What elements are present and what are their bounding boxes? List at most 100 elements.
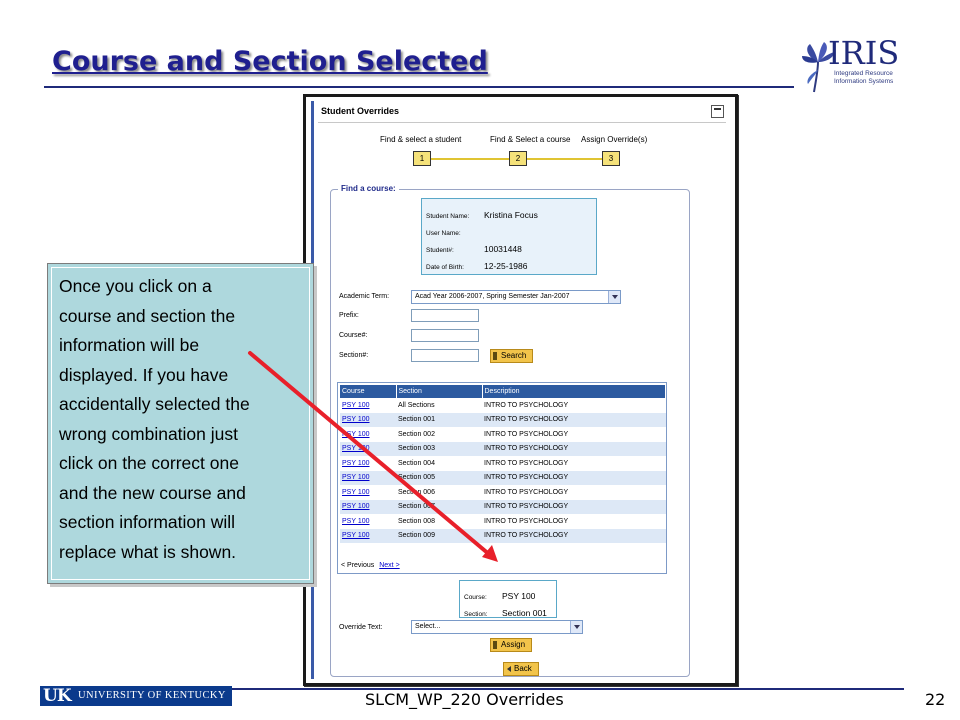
table-row[interactable]: PSY 100 Section 004 INTRO TO PSYCHOLOGY (340, 456, 666, 471)
panel-divider (318, 122, 726, 123)
section-number-input[interactable] (411, 349, 479, 362)
step-button-3[interactable]: 3 (602, 151, 620, 166)
section-cell: Section 003 (396, 441, 482, 456)
override-text-label: Override Text: (339, 624, 383, 631)
student-overrides-screenshot: Student Overrides Find & select a studen… (303, 94, 738, 686)
description-cell: INTRO TO PSYCHOLOGY (482, 470, 666, 485)
callout-text: Once you click on a course and section th… (59, 272, 299, 567)
uk-name: UNIVERSITY OF KENTUCKY (78, 690, 226, 701)
course-link[interactable]: PSY 100 (340, 427, 396, 442)
find-course-group: Find a course: Student Name: Kristina Foc… (330, 184, 690, 677)
section-cell: Section 007 (396, 499, 482, 514)
column-header-section[interactable]: Section (396, 385, 483, 398)
description-cell: INTRO TO PSYCHOLOGY (484, 517, 569, 525)
table-row[interactable]: PSY 100 Section 006 INTRO TO PSYCHOLOGY (340, 485, 666, 500)
step-connector (431, 158, 510, 160)
section-number-label: Section#: (339, 352, 369, 359)
course-link[interactable]: PSY 100 (340, 470, 396, 485)
table-row[interactable]: PSY 100 Section 007 INTRO TO PSYCHOLOGY (340, 499, 666, 514)
course-number-input[interactable] (411, 329, 479, 342)
column-header-description[interactable]: Description (482, 385, 666, 398)
table-row[interactable]: PSY 100 Section 005 INTRO TO PSYCHOLOGY (340, 470, 666, 485)
table-pager: < Previous Next > (341, 562, 400, 569)
section-cell: Section 009 (396, 528, 482, 543)
assign-button[interactable]: Assign (490, 638, 533, 652)
selected-course-value: PSY 100 (502, 591, 536, 601)
student-info-box: Student Name: Kristina Focus User Name: S… (421, 198, 597, 275)
iris-logo: IRIS Integrated Resource Information Sys… (800, 34, 910, 94)
chevron-down-icon (570, 621, 582, 633)
student-name-label: Student Name: (426, 213, 470, 220)
step-button-2[interactable]: 2 (509, 151, 527, 166)
callout-line: information will be (59, 335, 200, 355)
footer-text: SLCM_WP_220 Overrides (365, 690, 564, 709)
student-number-row: Student#: 10031448 (426, 239, 522, 257)
course-link[interactable]: PSY 100 (340, 514, 396, 529)
prefix-input[interactable] (411, 309, 479, 322)
user-name-row: User Name: (426, 222, 484, 240)
step-label-3: Assign Override(s) (581, 135, 648, 144)
override-text-value: Select... (415, 623, 441, 630)
chevron-down-icon (608, 291, 620, 303)
slide-title: Course and Section Selected (52, 46, 488, 77)
course-link[interactable]: PSY 100 (340, 398, 396, 413)
section-cell: Section 008 (398, 517, 435, 525)
academic-term-label: Academic Term: (339, 293, 390, 300)
selected-course-box: Course: PSY 100 Section: Section 001 (459, 580, 557, 618)
previous-page-link[interactable]: < Previous (341, 562, 374, 569)
selected-course-label: Course: (464, 594, 487, 601)
step-label-1: Find & select a student (380, 135, 462, 144)
instruction-callout: Once you click on a course and section th… (47, 263, 314, 584)
next-page-link[interactable]: Next > (379, 562, 399, 569)
academic-term-select[interactable]: Acad Year 2006-2007, Spring Semester Jan… (411, 290, 621, 304)
course-link[interactable]: PSY 100 (340, 528, 396, 543)
uk-mark: UK (43, 686, 72, 706)
dob-value: 12-25-1986 (484, 261, 528, 271)
callout-line: displayed. If you have (59, 364, 229, 385)
selected-section-value: Section 001 (502, 608, 547, 618)
column-header-course[interactable]: Course (340, 385, 397, 398)
course-link[interactable]: PSY 100 (340, 499, 396, 514)
iris-subtitle: Integrated Resource Information Systems (834, 70, 894, 85)
user-name-label: User Name: (426, 230, 461, 237)
back-button[interactable]: Back (503, 662, 539, 676)
footer-rule (232, 688, 904, 690)
section-cell: Section 002 (398, 430, 435, 438)
description-cell: INTRO TO PSYCHOLOGY (482, 441, 666, 456)
title-rule (44, 86, 794, 88)
panel-title: Student Overrides (321, 106, 400, 116)
table-row[interactable]: PSY 100 Section 003 INTRO TO PSYCHOLOGY (340, 441, 666, 456)
callout-line: wrong combination just (59, 423, 238, 444)
collapse-icon[interactable] (711, 105, 724, 118)
description-cell: INTRO TO PSYCHOLOGY (482, 528, 666, 543)
table-row[interactable]: PSY 100 All Sections INTRO TO PSYCHOLOGY (340, 398, 666, 413)
callout-line: accidentally selected the (59, 394, 250, 414)
course-link[interactable]: PSY 100 (340, 441, 396, 456)
course-number-label: Course#: (339, 332, 368, 339)
course-link[interactable]: PSY 100 (340, 456, 396, 471)
student-name-row: Student Name: Kristina Focus (426, 205, 538, 223)
table-row[interactable]: PSY 100 Section 001 INTRO TO PSYCHOLOGY (340, 412, 666, 427)
course-link[interactable]: PSY 100 (340, 485, 396, 500)
course-link[interactable]: PSY 100 (340, 412, 396, 427)
callout-line: replace what is shown. (59, 541, 237, 562)
table-row[interactable]: PSY 100 Section 009 INTRO TO PSYCHOLOGY (340, 528, 666, 543)
callout-line: course and section the (59, 305, 236, 326)
section-cell: All Sections (398, 401, 435, 409)
callout-line: click on the correct one (59, 453, 239, 473)
section-cell: Section 004 (398, 459, 435, 467)
step-connector (526, 158, 603, 160)
step-button-1[interactable]: 1 (413, 151, 431, 166)
academic-term-value: Acad Year 2006-2007, Spring Semester Jan… (415, 293, 570, 300)
callout-line: and the new course and (59, 482, 246, 503)
description-cell: INTRO TO PSYCHOLOGY (484, 488, 569, 496)
callout-line: section information will (59, 512, 236, 532)
search-button[interactable]: Search (490, 349, 534, 363)
step-roadmap: Find & select a student Find & Select a … (314, 131, 734, 171)
table-row[interactable]: PSY 100 Section 002 INTRO TO PSYCHOLOGY (340, 427, 666, 442)
table-row[interactable]: PSY 100 Section 008 INTRO TO PSYCHOLOGY (340, 514, 666, 529)
course-results-table: Course Section Description PSY 100 All Se… (337, 382, 667, 574)
override-text-select[interactable]: Select... (411, 620, 583, 634)
description-cell: INTRO TO PSYCHOLOGY (484, 430, 569, 438)
description-cell: INTRO TO PSYCHOLOGY (484, 459, 569, 467)
